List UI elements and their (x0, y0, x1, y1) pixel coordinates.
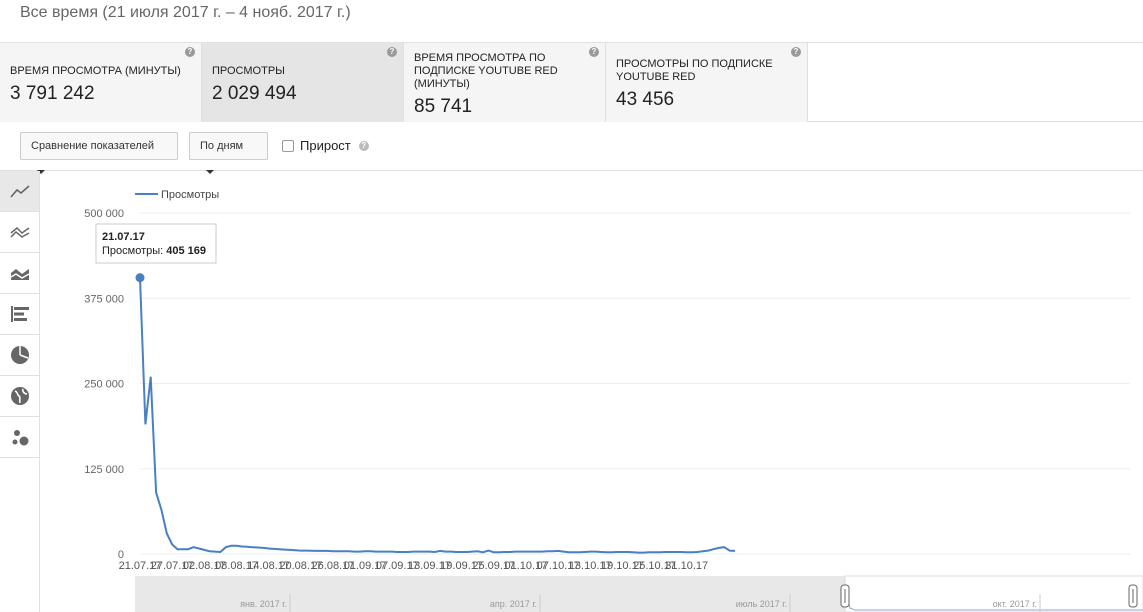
tooltip-date: 21.07.17 (102, 231, 145, 243)
metric-views[interactable]: ? ПРОСМОТРЫ 2 029 494 (202, 43, 404, 122)
metric-red-views[interactable]: ? ПРОСМОТРЫ ПО ПОДПИСКЕ YOUTUBE RED 43 4… (606, 43, 808, 122)
tooltip-content: Просмотры: 405 169 (102, 245, 206, 257)
metric-value: 2 029 494 (212, 83, 297, 104)
tooltip-value: 405 169 (166, 245, 206, 257)
chart-area: Просмотры 500 000 375 000 250 000 125 000 0 … (40, 172, 1143, 612)
overview-label: янв. 2017 г. (240, 599, 287, 609)
bar-chart-icon (10, 306, 29, 322)
pie-chart-icon (10, 346, 29, 364)
line-chart-button[interactable] (0, 171, 39, 212)
line-chart-icon (9, 185, 30, 198)
help-icon[interactable]: ? (791, 47, 801, 57)
help-icon[interactable]: ? (589, 47, 599, 57)
highlighted-point[interactable] (135, 273, 145, 283)
metrics-bar: ? ВРЕМЯ ПРОСМОТРА (МИНУТЫ) 3 791 242 ? П… (0, 42, 1143, 122)
metric-value: 3 791 242 (10, 83, 95, 104)
metric-label: ВРЕМЯ ПРОСМОТРА (МИНУТЫ) (10, 65, 181, 77)
overview-label: окт. 2017 г. (993, 599, 1037, 609)
metrics-empty (808, 43, 1143, 121)
chart-type-sidebar (0, 171, 40, 612)
growth-toggle[interactable]: Прирост ? (282, 138, 369, 153)
period-label: По дням (200, 140, 244, 152)
compare-metrics-dropdown[interactable]: Сравнение показателей (20, 132, 178, 175)
series-line-views (139, 277, 736, 554)
overview-label: апр. 2017 г. (490, 599, 537, 609)
help-icon[interactable]: ? (358, 140, 369, 151)
y-tick-label: 500 000 (84, 208, 124, 220)
tooltip-label: Просмотры: (102, 245, 163, 257)
growth-checkbox[interactable] (282, 139, 294, 152)
metric-label: ВРЕМЯ ПРОСМОТРА ПО ПОДПИСКЕ YOUTUBE RED … (414, 52, 558, 90)
x-tick-label: 31.10.17 (665, 560, 708, 572)
bar-chart-button[interactable] (0, 294, 39, 335)
stacked-area-button[interactable] (0, 253, 39, 294)
y-tick-label: 375 000 (84, 293, 124, 305)
globe-icon (10, 387, 29, 405)
chart-toolbar: Сравнение показателей По дням Прирост ? (0, 122, 1143, 175)
overview-label: июль 2017 г. (736, 599, 787, 609)
help-icon[interactable]: ? (185, 47, 195, 57)
bubble-chart-button[interactable] (0, 417, 39, 458)
metric-value: 85 741 (414, 96, 473, 117)
tooltip-box (95, 223, 217, 264)
pie-chart-button[interactable] (0, 335, 39, 376)
bubble-chart-icon (12, 430, 28, 446)
compare-label: Сравнение показателей (31, 140, 154, 152)
stacked-area-icon (10, 269, 29, 280)
date-range-title: Все время (21 июля 2017 г. – 4 нояб. 201… (20, 4, 351, 21)
growth-label: Прирост (300, 138, 351, 153)
metric-watch-time[interactable]: ? ВРЕМЯ ПРОСМОТРА (МИНУТЫ) 3 791 242 (0, 43, 202, 122)
metric-label: ПРОСМОТРЫ (212, 65, 285, 77)
metric-label: ПРОСМОТРЫ ПО ПОДПИСКЕ YOUTUBE RED (616, 58, 773, 83)
metric-value: 43 456 (616, 89, 675, 110)
views-line-chart: Просмотры 500 000375 000250 000125 0000 … (84, 189, 1143, 612)
multi-line-button[interactable] (0, 212, 39, 253)
help-icon[interactable]: ? (387, 47, 397, 57)
period-dropdown[interactable]: По дням (189, 132, 268, 175)
y-tick-label: 125 000 (84, 464, 124, 476)
metric-red-watch-time[interactable]: ? ВРЕМЯ ПРОСМОТРА ПО ПОДПИСКЕ YOUTUBE RE… (404, 43, 606, 122)
legend-label: Просмотры (161, 189, 219, 201)
map-button[interactable] (0, 376, 39, 417)
multi-line-icon (9, 226, 29, 238)
y-tick-label: 250 000 (84, 379, 124, 391)
